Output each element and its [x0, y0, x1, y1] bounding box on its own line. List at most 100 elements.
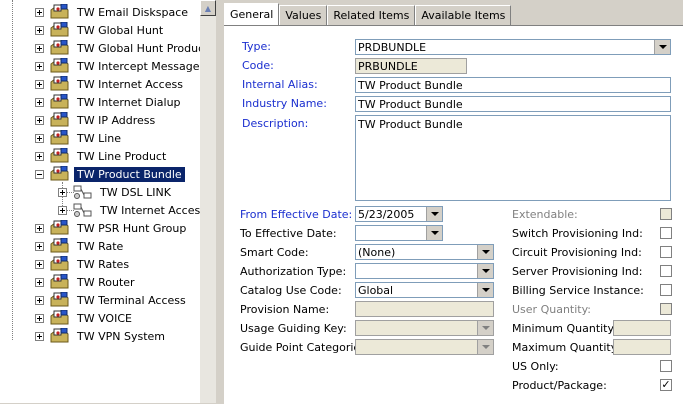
- authorization-type-select[interactable]: [355, 263, 494, 279]
- product-package-label: Product/Package:: [512, 379, 607, 392]
- maximum-quantity-field: [613, 339, 671, 355]
- tree-item-label: TW Global Hunt Product: [77, 41, 201, 55]
- tab-available-items[interactable]: Available Items: [415, 5, 512, 25]
- expand-icon[interactable]: [35, 97, 44, 107]
- industry-name-field[interactable]: TW Product Bundle: [355, 96, 671, 112]
- to-effective-date-label: To Effective Date:: [240, 227, 337, 240]
- from-effective-date-picker[interactable]: 5/23/2005: [355, 206, 443, 222]
- tree-item-label: TW PSR Hunt Group: [77, 221, 187, 235]
- tree-scrollbar[interactable]: ▲: [200, 0, 216, 403]
- tree-item[interactable]: TW Line Product: [35, 147, 169, 165]
- tree-item-label: TW Internet Access: [100, 203, 201, 217]
- extendable-checkbox[interactable]: [660, 208, 672, 220]
- user-quantity-checkbox[interactable]: [660, 303, 672, 315]
- expand-icon[interactable]: [58, 205, 67, 215]
- guide-point-categories-select[interactable]: [355, 339, 494, 355]
- network-component-icon: [73, 184, 93, 200]
- tree-item[interactable]: TW Router: [35, 273, 138, 291]
- chevron-down-icon[interactable]: [477, 340, 493, 354]
- tree-item[interactable]: TW IP Address: [35, 111, 158, 129]
- extendable-label: Extendable:: [512, 208, 578, 221]
- catalog-use-code-select[interactable]: Global: [355, 282, 494, 298]
- tree-item[interactable]: TW Internet Access: [35, 75, 186, 93]
- expand-icon[interactable]: [35, 295, 44, 305]
- server-provisioning-label: Server Provisioning Ind:: [512, 265, 643, 278]
- tree-item[interactable]: TW Rates: [35, 255, 132, 273]
- expand-icon[interactable]: [35, 277, 44, 287]
- expand-icon[interactable]: [35, 151, 44, 161]
- expand-icon[interactable]: [35, 7, 44, 17]
- us-only-label: US Only:: [512, 360, 559, 373]
- chevron-down-icon[interactable]: [654, 40, 670, 54]
- usage-guiding-key-select[interactable]: [355, 320, 494, 336]
- expand-icon[interactable]: [35, 43, 44, 53]
- chevron-down-icon[interactable]: [477, 321, 493, 335]
- product-folder-icon: [50, 255, 70, 272]
- tree-item-label: TW Rate: [77, 239, 124, 253]
- expand-icon[interactable]: [35, 79, 44, 89]
- expand-icon[interactable]: [35, 133, 44, 143]
- tree-item-label: TW VPN System: [77, 329, 165, 343]
- tree-child-item[interactable]: TW Internet Access: [58, 201, 201, 219]
- expand-icon[interactable]: [58, 187, 67, 197]
- expand-icon[interactable]: [35, 25, 44, 35]
- chevron-down-icon[interactable]: [477, 283, 493, 297]
- provision-name-field: [355, 301, 494, 317]
- tree-item-label: TW Line Product: [77, 149, 167, 163]
- expand-icon[interactable]: [35, 331, 44, 341]
- description-field[interactable]: TW Product Bundle: [355, 115, 671, 201]
- tab-related-items[interactable]: Related Items: [327, 5, 416, 25]
- us-only-checkbox[interactable]: [660, 360, 672, 372]
- smart-code-select[interactable]: (None): [355, 244, 494, 260]
- tree-item-label: TW Router: [77, 275, 135, 289]
- expand-icon[interactable]: [35, 259, 44, 269]
- server-provisioning-checkbox[interactable]: [660, 265, 672, 277]
- internal-alias-field[interactable]: TW Product Bundle: [355, 77, 671, 93]
- product-folder-icon: [50, 237, 70, 254]
- chevron-down-icon[interactable]: [426, 207, 442, 221]
- description-label: Description:: [242, 117, 309, 130]
- tree-item[interactable]: TW Email Diskspace: [35, 3, 191, 21]
- maximum-quantity-label: Maximum Quantity: [512, 341, 618, 354]
- scroll-up-button[interactable]: ▲: [200, 0, 216, 16]
- expand-icon[interactable]: [35, 241, 44, 251]
- tab-strip: General Values Related Items Available I…: [224, 3, 512, 25]
- chevron-down-icon[interactable]: [477, 245, 493, 259]
- tree-item[interactable]: TW Internet Dialup: [35, 93, 184, 111]
- tab-general[interactable]: General: [224, 3, 280, 25]
- product-folder-icon: [50, 21, 70, 38]
- expand-icon[interactable]: [35, 313, 44, 323]
- type-value: PRDBUNDLE: [358, 41, 427, 54]
- tree-item[interactable]: TW Global Hunt: [35, 21, 166, 39]
- tree-item-label: TW Internet Access: [77, 77, 183, 91]
- type-select[interactable]: PRDBUNDLE: [355, 39, 671, 55]
- billing-service-instance-label: Billing Service Instance:: [512, 284, 644, 297]
- tree-item[interactable]: TW Rate: [35, 237, 126, 255]
- tree-item[interactable]: TW VOICE: [35, 309, 135, 327]
- catalog-use-code-value: Global: [358, 284, 394, 297]
- expand-icon[interactable]: [35, 115, 44, 125]
- tree-item[interactable]: TW PSR Hunt Group: [35, 219, 189, 237]
- tree-item[interactable]: TW Intercept Message: [35, 57, 200, 75]
- circuit-provisioning-checkbox[interactable]: [660, 246, 672, 258]
- tree-item[interactable]: TW Line: [35, 129, 124, 147]
- tree-item[interactable]: TW VPN System: [35, 327, 168, 345]
- tree-view[interactable]: TW Email Diskspace TW Global Hunt TW Globa…: [0, 0, 201, 403]
- tree-item[interactable]: TW Terminal Access: [35, 291, 189, 309]
- user-quantity-label: User Quantity:: [512, 303, 592, 316]
- product-folder-icon: [50, 273, 70, 290]
- chevron-down-icon[interactable]: [426, 226, 442, 240]
- expand-icon[interactable]: [35, 61, 44, 71]
- tree-child-item[interactable]: TW DSL LINK: [58, 183, 174, 201]
- product-package-checkbox[interactable]: ✓: [660, 379, 672, 391]
- to-effective-date-picker[interactable]: [355, 225, 443, 241]
- pane-splitter[interactable]: [216, 0, 224, 403]
- chevron-down-icon[interactable]: [477, 264, 493, 278]
- expand-icon[interactable]: [35, 223, 44, 233]
- switch-provisioning-checkbox[interactable]: [660, 227, 672, 239]
- tab-values[interactable]: Values: [279, 5, 328, 25]
- tree-item[interactable]: TW Product Bundle: [35, 165, 185, 183]
- tree-item[interactable]: TW Global Hunt Product: [35, 39, 201, 57]
- billing-service-instance-checkbox[interactable]: [660, 284, 672, 296]
- collapse-icon[interactable]: [35, 169, 44, 179]
